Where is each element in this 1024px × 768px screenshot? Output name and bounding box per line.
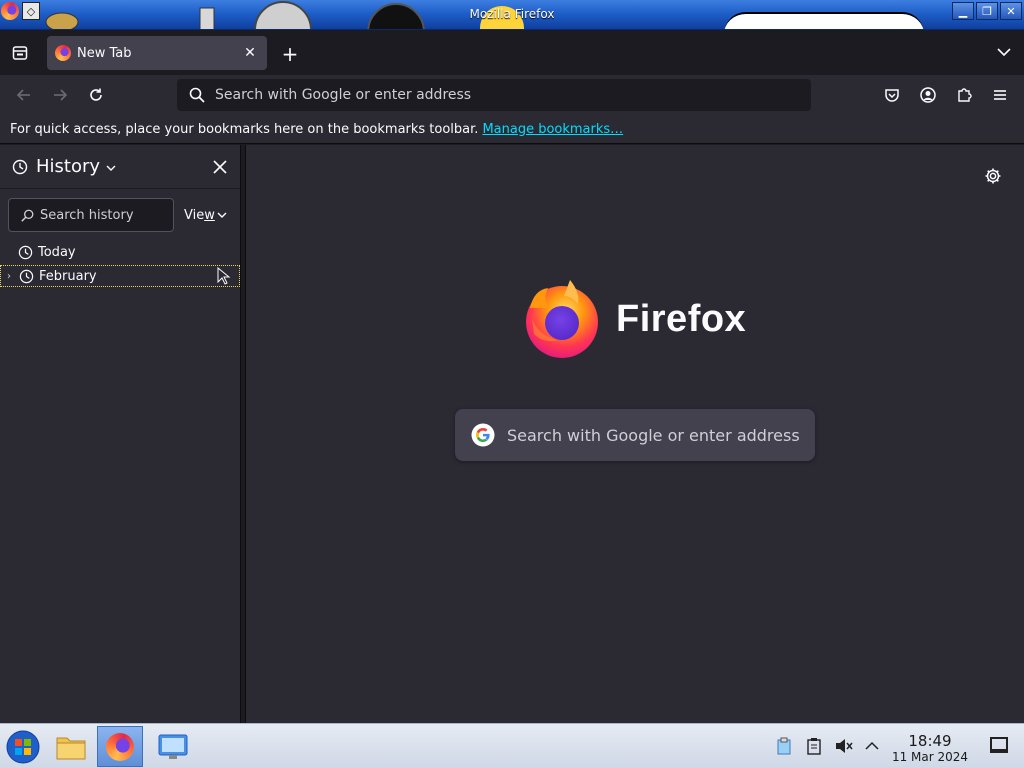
tab-close-button[interactable]: ✕ xyxy=(241,44,259,62)
clipboard-tray-icon[interactable] xyxy=(774,736,794,756)
window-title: Mozilla Firefox xyxy=(469,7,555,21)
account-button[interactable] xyxy=(916,83,940,107)
firefox-logo-icon xyxy=(526,280,598,358)
tab-strip: New Tab ✕ + xyxy=(0,30,1024,75)
clipboard-icon xyxy=(777,737,791,755)
account-icon xyxy=(920,87,936,103)
extensions-button[interactable] xyxy=(952,83,976,107)
show-hidden-tray-button[interactable] xyxy=(862,736,882,756)
google-logo-icon xyxy=(471,423,495,447)
taskbar-system-settings[interactable] xyxy=(150,726,196,767)
reload-icon xyxy=(90,88,102,101)
firefox-icon xyxy=(106,732,134,761)
firefox-brand: Firefox xyxy=(520,278,746,360)
app-menu-button[interactable] xyxy=(988,83,1012,107)
sidebar-close-button[interactable] xyxy=(210,157,230,177)
list-all-tabs-button[interactable] xyxy=(994,42,1014,62)
chevron-down-icon xyxy=(106,165,116,171)
bookmarks-toolbar-hint: For quick access, place your bookmarks h… xyxy=(10,121,479,137)
firefox-view-button[interactable] xyxy=(6,40,34,66)
clock-icon xyxy=(18,245,33,259)
maximize-button[interactable]: ❐ xyxy=(976,2,998,20)
new-tab-button[interactable]: + xyxy=(278,42,302,66)
expand-twisty-icon[interactable]: › xyxy=(7,271,19,282)
manage-bookmarks-link[interactable]: Manage bookmarks… xyxy=(482,122,623,137)
chevron-down-icon xyxy=(997,48,1011,57)
clock-icon xyxy=(19,269,34,283)
window-titlebar[interactable]: ◇ Mozilla Firefox ▁ ❐ ✕ xyxy=(0,0,1024,30)
speaker-muted-icon xyxy=(836,739,853,753)
history-sidebar: History View Today xyxy=(0,145,241,723)
folder-icon xyxy=(56,737,86,759)
history-search-box[interactable] xyxy=(8,198,174,232)
search-icon xyxy=(21,209,34,222)
history-item-today[interactable]: Today xyxy=(0,241,240,263)
show-desktop-button[interactable] xyxy=(990,737,1008,753)
chevron-down-icon xyxy=(217,212,227,218)
clock-time: 18:49 xyxy=(908,732,952,750)
taskbar-clock[interactable]: 18:49 11 Mar 2024 xyxy=(884,732,976,764)
hamburger-menu-icon xyxy=(994,90,1006,100)
notes-icon xyxy=(807,738,821,755)
reload-button[interactable] xyxy=(84,83,108,107)
notes-tray-icon[interactable] xyxy=(804,736,824,756)
chevron-up-icon xyxy=(865,741,879,750)
view-label-accesskey: w xyxy=(204,207,215,223)
close-window-button[interactable]: ✕ xyxy=(1000,2,1022,20)
arrow-left-icon xyxy=(16,89,30,101)
computer-settings-icon xyxy=(158,734,188,759)
arrow-right-icon xyxy=(54,89,68,101)
pocket-icon xyxy=(885,89,899,102)
tab-label: New Tab xyxy=(77,45,132,61)
firefox-view-icon xyxy=(12,46,28,60)
tab-new-tab[interactable]: New Tab ✕ xyxy=(47,36,267,70)
firefox-favicon-icon xyxy=(55,45,71,61)
taskbar-firefox[interactable] xyxy=(97,726,143,767)
start-orb-icon xyxy=(6,730,40,763)
history-item-label: February xyxy=(39,268,97,284)
url-bar[interactable] xyxy=(177,79,811,111)
mouse-cursor-icon xyxy=(217,267,231,285)
close-icon xyxy=(213,160,227,174)
new-tab-search-box[interactable] xyxy=(455,409,815,461)
history-item-february[interactable]: › February xyxy=(0,265,240,287)
minimize-button[interactable]: ▁ xyxy=(952,2,974,20)
sidebar-switcher-chevron[interactable] xyxy=(106,157,116,176)
back-button[interactable] xyxy=(12,83,36,107)
view-label: Vie xyxy=(184,207,205,223)
window-controls: ▁ ❐ ✕ xyxy=(952,2,1022,20)
navigation-toolbar xyxy=(0,75,1024,115)
sidebar-header[interactable]: History xyxy=(0,145,240,189)
pocket-button[interactable] xyxy=(880,83,904,107)
firefox-wordmark: Firefox xyxy=(616,297,747,340)
history-search-input[interactable] xyxy=(40,207,170,223)
clock-date: 11 Mar 2024 xyxy=(891,750,969,764)
sidebar-title: History xyxy=(36,156,101,177)
new-tab-search-input[interactable] xyxy=(507,425,807,445)
gear-icon xyxy=(985,168,1001,184)
new-tab-page: Firefox xyxy=(246,145,1024,723)
history-clock-icon xyxy=(12,159,28,174)
search-icon xyxy=(189,87,205,103)
os-taskbar: 18:49 11 Mar 2024 xyxy=(0,723,1024,768)
view-menu-button[interactable]: Vie w xyxy=(184,205,227,225)
url-input[interactable] xyxy=(215,87,811,103)
start-button[interactable] xyxy=(0,726,46,767)
bookmarks-toolbar: For quick access, place your bookmarks h… xyxy=(0,115,1024,144)
forward-button[interactable] xyxy=(48,83,72,107)
puzzle-icon xyxy=(958,88,972,102)
taskbar-file-manager[interactable] xyxy=(48,726,94,767)
volume-muted-tray-icon[interactable] xyxy=(834,736,854,756)
history-item-label: Today xyxy=(38,244,76,260)
personalize-settings-button[interactable] xyxy=(982,165,1004,187)
